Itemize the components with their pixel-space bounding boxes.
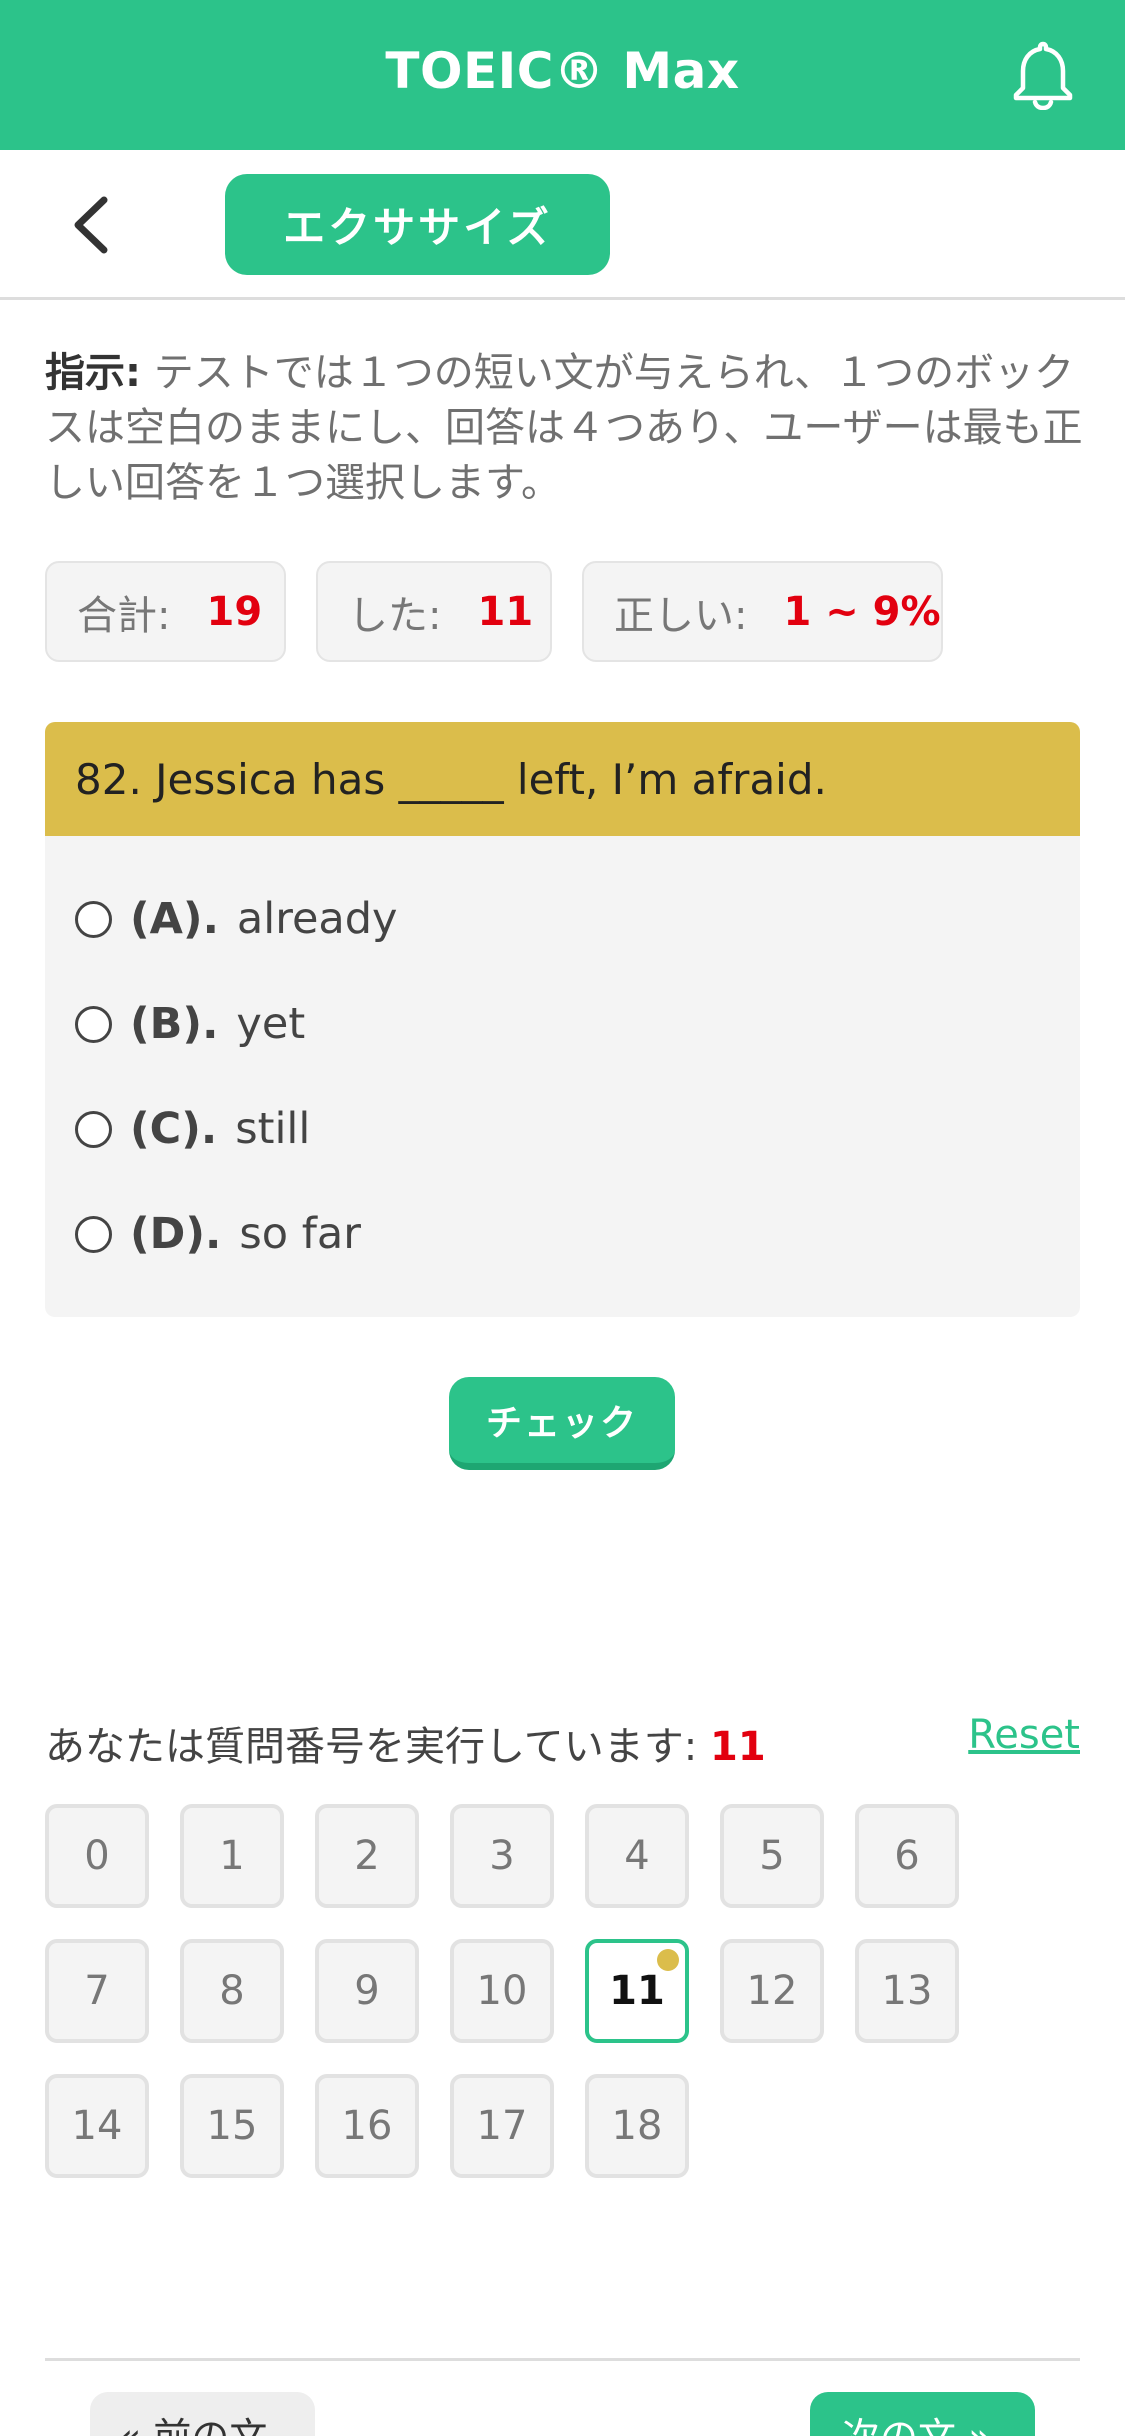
stat-correct-value: 1 ~ 9%: [783, 588, 941, 635]
option-c[interactable]: (C). still: [75, 1099, 310, 1159]
question-card: 82. Jessica has _____ left, I’m afraid. …: [45, 722, 1080, 1317]
running-label: あなたは質問番号を実行しています:: [45, 1724, 698, 1770]
radio-button[interactable]: [75, 1215, 112, 1253]
option-letter: (A).: [130, 894, 219, 944]
option-text: yet: [236, 999, 306, 1049]
question-number-cell[interactable]: 8: [180, 1939, 284, 2043]
option-text: already: [236, 894, 398, 944]
current-question-indicator: あなたは質問番号を実行しています: 11: [45, 1714, 766, 1772]
option-text: still: [235, 1104, 311, 1154]
stat-done-value: 11: [477, 588, 534, 635]
question-number-cell[interactable]: 10: [450, 1939, 554, 2043]
question-number-cell[interactable]: 14: [45, 2074, 149, 2178]
stat-total-label: 合計:: [77, 592, 171, 639]
exercise-mode-button[interactable]: エクササイズ: [225, 174, 610, 275]
current-question-number: 11: [710, 1724, 766, 1770]
radio-button[interactable]: [75, 1110, 112, 1148]
radio-button[interactable]: [75, 1005, 112, 1043]
stat-done-label: した:: [348, 592, 442, 639]
back-arrow-icon[interactable]: [62, 190, 122, 260]
app-bar: TOEIC® Max: [0, 0, 1125, 150]
option-letter: (D).: [130, 1209, 222, 1259]
question-number-cell[interactable]: 15: [180, 2074, 284, 2178]
question-number-cell[interactable]: 17: [450, 2074, 554, 2178]
question-number-cell[interactable]: 3: [450, 1804, 554, 1908]
stat-correct-label: 正しい:: [614, 592, 748, 639]
question-number-cell[interactable]: 5: [720, 1804, 824, 1908]
stat-correct: 正しい: 1 ~ 9%: [582, 561, 943, 662]
previous-sentence-button[interactable]: « 前の文: [90, 2392, 315, 2436]
instructions: 指示: テストでは１つの短い文が与えられ、１つのボックスは空白のままにし、回答は…: [45, 346, 1085, 511]
question-number-cell[interactable]: 6: [855, 1804, 959, 1908]
question-number-label: 11: [609, 1968, 665, 2014]
option-a[interactable]: (A). already: [75, 889, 398, 949]
reset-link[interactable]: Reset: [968, 1712, 1080, 1758]
divider: [45, 2358, 1080, 2361]
question-number-cell[interactable]: 9: [315, 1939, 419, 2043]
instructions-label: 指示:: [45, 350, 141, 396]
stat-done: した: 11: [316, 561, 552, 662]
bell-icon[interactable]: [1008, 38, 1078, 110]
question-number-cell[interactable]: 16: [315, 2074, 419, 2178]
question-number-cell[interactable]: 1: [180, 1804, 284, 1908]
stat-total: 合計: 19: [45, 561, 286, 662]
question-number-cell[interactable]: 12: [720, 1939, 824, 2043]
question-number-cell-current[interactable]: 11: [585, 1939, 689, 2043]
option-d[interactable]: (D). so far: [75, 1204, 361, 1264]
next-sentence-button[interactable]: 次の文 »: [810, 2392, 1035, 2436]
question-number-cell[interactable]: 4: [585, 1804, 689, 1908]
stat-total-value: 19: [206, 588, 263, 635]
question-number-cell[interactable]: 7: [45, 1939, 149, 2043]
question-number-cell[interactable]: 2: [315, 1804, 419, 1908]
question-number-cell[interactable]: 13: [855, 1939, 959, 2043]
question-text: 82. Jessica has _____ left, I’m afraid.: [45, 722, 1080, 836]
instructions-text: テストでは１つの短い文が与えられ、１つのボックスは空白のままにし、回答は４つあり…: [45, 350, 1083, 506]
question-number-cell[interactable]: 18: [585, 2074, 689, 2178]
current-marker-dot: [657, 1949, 679, 1971]
sub-toolbar: エクササイズ: [0, 150, 1125, 300]
radio-button[interactable]: [75, 900, 112, 938]
option-letter: (B).: [130, 999, 219, 1049]
question-number-cell[interactable]: 0: [45, 1804, 149, 1908]
option-text: so far: [239, 1209, 361, 1259]
option-letter: (C).: [130, 1104, 218, 1154]
check-button[interactable]: チェック: [449, 1377, 675, 1470]
option-b[interactable]: (B). yet: [75, 994, 305, 1054]
app-title: TOEIC® Max: [385, 42, 740, 100]
